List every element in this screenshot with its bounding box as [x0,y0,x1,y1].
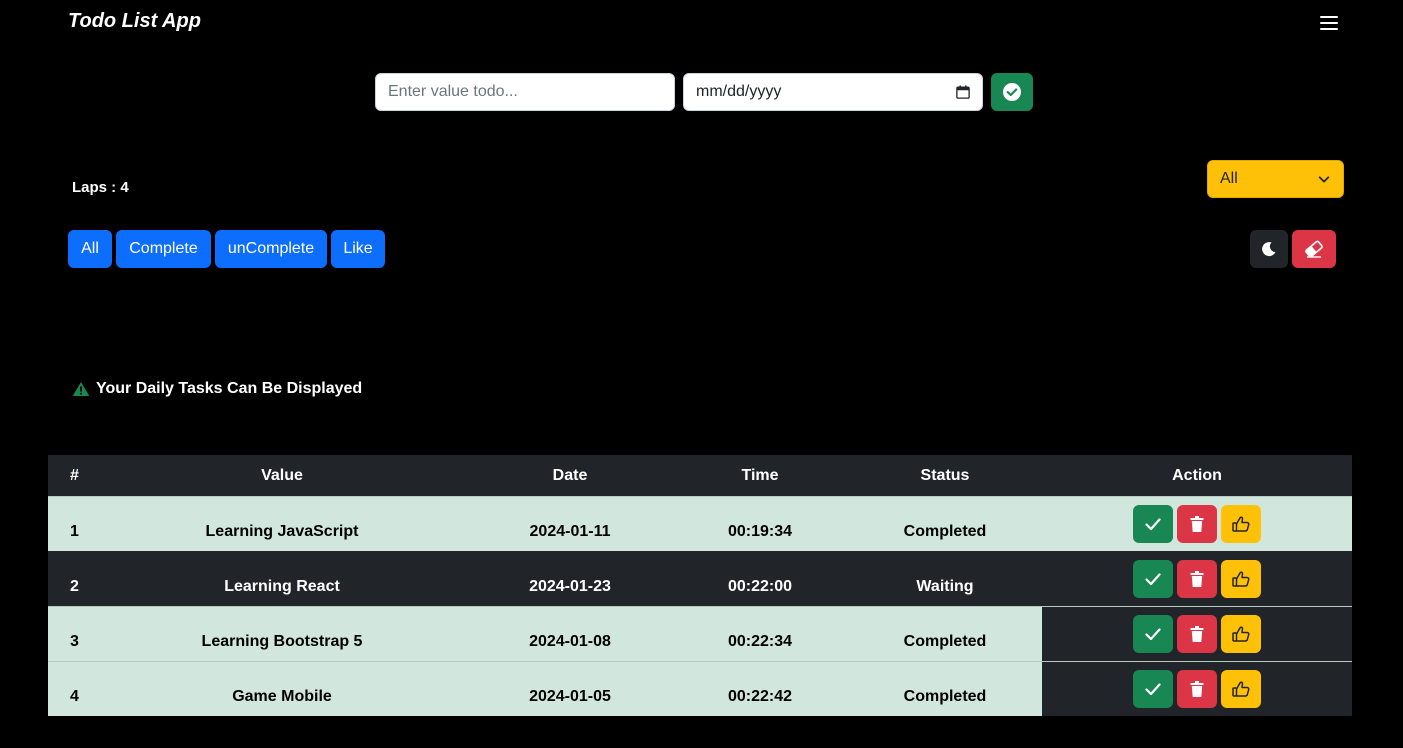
row-actions [1042,551,1352,606]
row-status: Completed [903,633,987,650]
row-date: 2024-01-11 [529,523,611,540]
alert-text: Your Daily Tasks Can Be Displayed [96,380,363,397]
filter-select-value: All [1220,170,1238,187]
chevron-down-icon [1318,176,1330,183]
delete-button[interactable] [1177,505,1217,543]
like-button[interactable] [1221,615,1261,653]
table-row: 2 Learning React 2024-01-23 00:22:00 Wai… [48,551,1352,606]
row-num: 4 [70,688,79,705]
trash-icon [1190,626,1204,642]
date-input[interactable]: mm/dd/yyyy [683,73,983,111]
check-icon [1145,572,1161,585]
row-num: 1 [70,523,79,540]
filter-uncomplete-button[interactable]: unComplete [215,230,327,268]
thumbs-up-icon [1232,516,1250,532]
filter-like-button[interactable]: Like [331,230,385,268]
trash-icon [1190,516,1204,532]
calendar-icon[interactable] [956,85,970,99]
row-time: 00:22:34 [727,633,793,650]
table-row: 4 Game Mobile 2024-01-05 00:22:42 Comple… [48,661,1352,716]
header-status: Status [920,466,970,484]
header-time: Time [741,466,779,484]
row-time: 00:22:42 [727,688,793,705]
delete-button[interactable] [1177,559,1217,598]
row-actions [1042,497,1352,551]
row-value: Learning React [224,578,340,595]
row-value: Learning Bootstrap 5 [201,633,363,650]
row-time: 00:22:00 [727,578,793,595]
row-date: 2024-01-23 [529,578,611,595]
like-button[interactable] [1221,670,1261,708]
header-num: # [70,466,79,484]
complete-button[interactable] [1133,615,1173,653]
check-icon [1145,628,1161,641]
complete-button[interactable] [1133,559,1173,598]
row-date: 2024-01-08 [529,633,611,650]
todo-input[interactable] [375,73,675,111]
warning-triangle-icon [72,382,90,396]
complete-button[interactable] [1133,670,1173,708]
check-icon [1145,683,1161,696]
theme-toggle-button[interactable] [1250,230,1288,268]
thumbs-up-icon [1232,626,1250,642]
delete-button[interactable] [1177,670,1217,708]
moon-icon [1262,242,1276,257]
trash-icon [1190,681,1204,697]
tasks-table: # Value Date Time Status Action 1 Learni… [48,455,1352,716]
like-button[interactable] [1221,505,1261,543]
eraser-icon [1305,240,1323,258]
row-value: Learning JavaScript [205,523,359,540]
header-date: Date [552,466,588,484]
thumbs-up-icon [1232,571,1250,587]
table-header: # Value Date Time Status Action [48,455,1352,496]
row-date: 2024-01-05 [529,688,611,705]
table-row: 1 Learning JavaScript 2024-01-11 00:19:3… [48,496,1352,551]
row-status: Completed [903,688,987,705]
check-circle-icon [1003,83,1021,101]
row-actions [1042,607,1352,661]
row-status: Completed [903,523,987,540]
hamburger-icon[interactable] [1320,16,1338,32]
trash-icon [1190,570,1204,587]
row-num: 3 [70,633,79,650]
like-button[interactable] [1221,559,1261,598]
info-alert: Your Daily Tasks Can Be Displayed [72,380,362,398]
complete-button[interactable] [1133,505,1173,543]
filter-select[interactable]: All [1207,160,1344,198]
delete-button[interactable] [1177,615,1217,653]
header-action: Action [1172,466,1222,484]
row-time: 00:19:34 [727,523,793,540]
check-icon [1145,518,1161,531]
header-value: Value [261,466,303,484]
row-status: Waiting [916,578,974,595]
add-todo-button[interactable] [991,73,1033,111]
laps-counter: Laps : 4 [72,179,129,196]
filter-all-button[interactable]: All [68,230,112,268]
date-placeholder: mm/dd/yyyy [696,83,782,100]
clear-all-button[interactable] [1292,230,1336,268]
app-title[interactable]: Todo List App [68,10,201,33]
filter-complete-button[interactable]: Complete [116,230,211,268]
table-row: 3 Learning Bootstrap 5 2024-01-08 00:22:… [48,606,1352,661]
row-value: Game Mobile [232,688,332,705]
thumbs-up-icon [1232,681,1250,697]
row-actions [1042,662,1352,716]
row-num: 2 [70,578,79,595]
